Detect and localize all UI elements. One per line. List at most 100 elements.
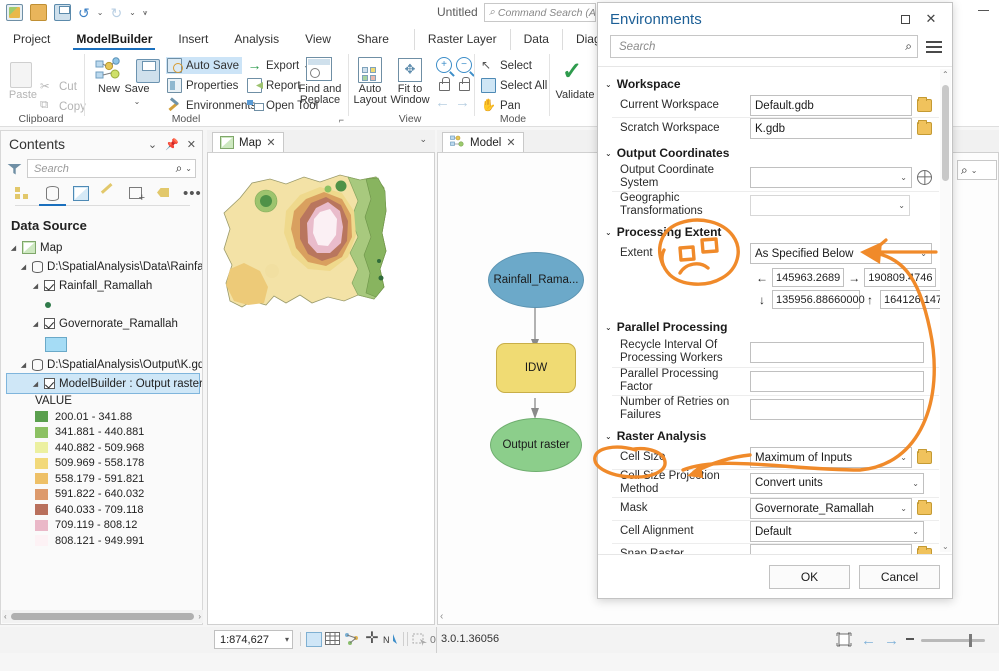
tab-view[interactable]: View — [292, 29, 344, 50]
chevron-down-icon[interactable]: ⌄ — [971, 166, 978, 175]
model-node-input-variable[interactable]: Rainfall_Rama... — [488, 252, 584, 308]
scroll-up-icon[interactable]: ⌃ — [942, 70, 949, 79]
select-all-button[interactable]: Select All — [481, 77, 547, 94]
panel-menu-chevron-icon[interactable]: ⌄ — [148, 138, 157, 151]
export-button[interactable]: → Export ⌄ — [247, 57, 310, 74]
layer-visibility-checkbox[interactable] — [44, 318, 55, 329]
expand-chevron-icon[interactable]: ◢ — [31, 380, 40, 388]
layer-visibility-checkbox[interactable] — [44, 378, 55, 389]
select-button[interactable]: ↖ Select — [481, 57, 532, 74]
tab-map-view[interactable]: Map ✕ — [212, 132, 284, 152]
scratch-workspace-input[interactable]: K.gdb — [750, 118, 912, 139]
tree-item-output-gdb[interactable]: ◢ D:\SpatialAnalysis\Output\K.gdb — [7, 355, 202, 374]
redo-dropdown-icon[interactable]: ⌄ — [129, 8, 136, 17]
zoom-out-icon[interactable] — [906, 638, 914, 640]
tab-share[interactable]: Share — [344, 29, 402, 50]
lock-icon[interactable] — [439, 77, 450, 91]
validate-button[interactable]: Validate — [551, 90, 599, 101]
close-icon[interactable]: ✕ — [506, 136, 515, 149]
tree-item-rainfall-ramallah[interactable]: ◢ Rainfall_Ramallah — [7, 276, 202, 295]
cut-button[interactable]: ✂ Cut — [40, 78, 77, 95]
scroll-right-icon[interactable]: › — [198, 612, 201, 621]
section-header-parallel-processing[interactable]: ⌄ Parallel Processing — [598, 314, 939, 337]
geographic-transformations-select[interactable]: ⌄ — [750, 194, 910, 216]
hamburger-menu-icon[interactable] — [926, 38, 942, 56]
open-project-icon[interactable] — [30, 4, 47, 21]
tab-raster-layer[interactable]: Raster Layer — [413, 29, 511, 50]
model-node-output-variable[interactable]: Output raster — [490, 418, 582, 472]
output-coordinate-system-select[interactable]: ⌄ — [750, 166, 912, 188]
close-button[interactable]: ✕ — [918, 7, 944, 31]
command-search-input[interactable]: ⌕ Command Search (Alt+ — [484, 3, 596, 22]
fit-view-icon[interactable] — [836, 632, 852, 647]
view-tab-chevron-icon[interactable]: ⌄ — [419, 134, 427, 145]
cell-size-projection-method-select[interactable]: Convert units ⌄ — [750, 472, 924, 494]
scroll-left-icon[interactable]: ‹ — [4, 612, 7, 621]
contents-horizontal-scrollbar[interactable]: ‹ › — [2, 610, 203, 623]
tab-insert[interactable]: Insert — [165, 29, 221, 50]
report-button[interactable]: Report — [247, 77, 301, 94]
close-icon[interactable]: ✕ — [187, 138, 196, 151]
zoom-in-icon[interactable]: + — [436, 57, 452, 73]
number-of-retries-input[interactable] — [750, 398, 924, 420]
section-header-workspace[interactable]: ⌄ Workspace — [598, 71, 939, 94]
environments-dialog[interactable]: Environments ✕ Search ⌕ ⌄ Workspace Curr… — [597, 2, 953, 599]
contents-search-input[interactable]: Search ⌕ ⌄ — [27, 159, 196, 178]
tab-data[interactable]: Data — [511, 29, 562, 50]
cell-alignment-select[interactable]: Default ⌄ — [750, 521, 924, 542]
save-project-icon[interactable] — [54, 4, 71, 21]
browse-folder-icon[interactable] — [917, 120, 932, 135]
scrollbar-thumb[interactable] — [11, 613, 194, 620]
extent-bottom-input[interactable]: 135956.88660000 — [772, 290, 865, 309]
expand-chevron-icon[interactable]: ◢ — [9, 244, 18, 252]
minimize-button[interactable] — [978, 10, 989, 11]
extent-top-input[interactable]: 164126.147 — [880, 290, 947, 309]
tree-item-modelbuilder-output-raster[interactable]: ◢ ModelBuilder : Output raster:Idw_Ra — [6, 373, 202, 394]
current-workspace-input[interactable]: Default.gdb — [750, 95, 912, 116]
model-group-dialog-launcher[interactable]: ⌐ — [339, 115, 344, 125]
environments-button[interactable]: Environments — [167, 97, 256, 114]
cancel-button[interactable]: Cancel — [859, 564, 940, 589]
zoom-slider-track[interactable] — [921, 639, 985, 642]
layer-visibility-checkbox[interactable] — [44, 280, 55, 291]
tree-item-governorate-ramallah[interactable]: ◢ Governorate_Ramallah — [7, 314, 202, 333]
map-scale-selector[interactable]: 1:874,627 ▾ — [214, 630, 293, 649]
expand-chevron-icon[interactable]: ◢ — [31, 320, 40, 328]
back-arrow-icon[interactable]: ← — [861, 632, 876, 649]
model-node-tool[interactable]: IDW — [496, 343, 576, 393]
measure-tool-icon[interactable] — [344, 632, 360, 647]
save-dropdown-icon[interactable]: ⌄ — [134, 97, 141, 106]
tab-modelbuilder[interactable]: ModelBuilder — [63, 29, 165, 50]
browse-folder-icon[interactable] — [917, 546, 932, 554]
pan-button[interactable]: ✋ Pan — [481, 97, 520, 114]
scrollbar-thumb[interactable] — [942, 85, 949, 181]
background-search-box[interactable]: ⌕ ⌄ — [957, 160, 997, 180]
list-by-labeling-icon[interactable] — [155, 185, 174, 202]
more-options-icon[interactable]: ••• — [183, 186, 202, 201]
browse-folder-icon[interactable] — [917, 500, 932, 515]
fit-to-window-button[interactable]: Fit to Window — [387, 84, 433, 106]
tab-model-view[interactable]: Model ✕ — [442, 132, 524, 152]
browse-folder-icon[interactable] — [917, 449, 932, 464]
pin-icon[interactable]: 📌 — [165, 138, 179, 151]
maximize-button[interactable] — [892, 7, 918, 31]
browse-folder-icon[interactable] — [917, 97, 932, 112]
close-icon[interactable]: ✕ — [266, 136, 275, 149]
auto-save-toggle[interactable]: Auto Save — [166, 57, 243, 74]
dialog-search-input[interactable]: Search ⌕ — [610, 35, 918, 58]
redo-icon[interactable]: ↻ — [110, 6, 122, 20]
coordinate-system-globe-icon[interactable] — [917, 169, 932, 185]
expand-chevron-icon[interactable]: ◢ — [19, 361, 28, 369]
add-point-icon[interactable]: ✛ — [364, 631, 380, 647]
section-header-processing-extent[interactable]: ⌄ Processing Extent — [598, 219, 939, 242]
selection-tool-icon[interactable] — [306, 632, 322, 647]
chevron-down-icon[interactable]: ▾ — [285, 635, 289, 644]
map-canvas[interactable] — [207, 152, 435, 625]
search-options-chevron-icon[interactable]: ⌄ — [185, 164, 192, 173]
find-and-replace-button[interactable]: Find and Replace — [294, 84, 346, 106]
section-header-raster-analysis[interactable]: ⌄ Raster Analysis — [598, 423, 939, 446]
model-scroll-left-icon[interactable]: ‹ — [440, 611, 443, 622]
north-arrow-icon[interactable]: N — [383, 632, 399, 647]
list-by-drawing-order-icon[interactable] — [15, 185, 34, 202]
customize-qat-icon[interactable]: ⩛ — [143, 8, 148, 18]
